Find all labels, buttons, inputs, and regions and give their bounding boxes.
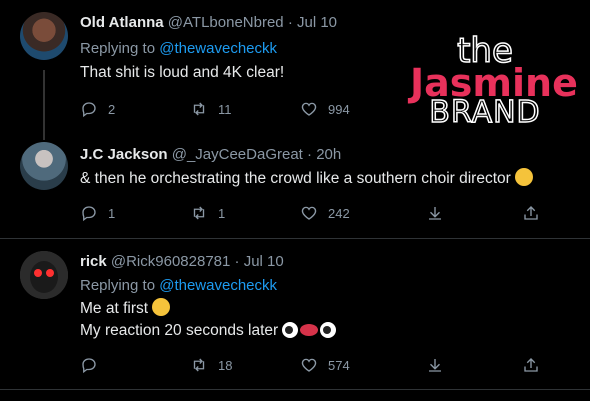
- user-handle[interactable]: @ATLboneNbred: [168, 14, 284, 31]
- replying-prefix: Replying to: [80, 277, 156, 294]
- tweet-actions: 1 1 242: [80, 204, 560, 224]
- share-icon: [524, 206, 538, 220]
- retweet-count: 11: [218, 101, 232, 117]
- avatar[interactable]: [20, 12, 68, 60]
- download-icon: [429, 359, 441, 372]
- reply-icon: [82, 206, 96, 222]
- like-button[interactable]: 574: [300, 356, 350, 374]
- mention-link[interactable]: @thewavecheckk: [159, 40, 277, 57]
- share-icon: [524, 358, 538, 372]
- worried-face-emoji-icon: [515, 168, 534, 186]
- like-icon: [301, 206, 317, 220]
- separator-dot: ·: [287, 14, 293, 31]
- download-button[interactable]: [426, 204, 444, 222]
- display-name[interactable]: rick: [80, 253, 107, 270]
- tweet-text-content: & then he orchestrating the crowd like a…: [80, 170, 511, 187]
- retweet-icon: [193, 358, 205, 372]
- avatar[interactable]: [20, 142, 68, 190]
- grinning-face-emoji-icon: [152, 298, 171, 316]
- reply-count: 1: [108, 205, 116, 221]
- reply-icon: [82, 358, 96, 374]
- like-count: 574: [328, 357, 350, 373]
- like-count: 242: [328, 205, 350, 221]
- tweet-header: rick @Rick960828781 · Jul 10: [80, 253, 284, 271]
- retweet-count: 18: [218, 357, 233, 373]
- display-name[interactable]: Old Atlanna: [80, 14, 164, 31]
- retweet-icon: [193, 206, 205, 220]
- replying-to: Replying to @thewavecheckk: [80, 40, 277, 57]
- tweet-date[interactable]: Jul 10: [297, 14, 337, 31]
- retweet-button[interactable]: 18: [190, 356, 232, 374]
- like-icon: [301, 358, 317, 372]
- tweet-text-line-2: My reaction 20 seconds later: [80, 320, 337, 342]
- download-icon: [429, 207, 441, 220]
- tweet-3[interactable]: rick @Rick960828781 · Jul 10 Replying to…: [0, 239, 590, 389]
- tweet-text-content: My reaction 20 seconds later: [80, 322, 279, 339]
- display-name[interactable]: J.C Jackson: [80, 146, 168, 163]
- tweet-text-content: Me at first: [80, 300, 149, 317]
- reply-icon: [82, 102, 96, 118]
- tweet-text: That shit is loud and 4K clear!: [80, 64, 285, 81]
- tweet-2[interactable]: J.C Jackson @_JayCeeDaGreat · 20h & then…: [0, 130, 590, 238]
- share-button[interactable]: [522, 356, 540, 374]
- like-icon: [301, 102, 317, 116]
- like-button[interactable]: 242: [300, 204, 350, 222]
- user-handle[interactable]: @_JayCeeDaGreat: [172, 146, 303, 163]
- tweet-header: J.C Jackson @_JayCeeDaGreat · 20h: [80, 146, 341, 164]
- reply-count: 2: [108, 101, 116, 117]
- tweet-divider: [0, 389, 590, 390]
- tweet-text-line-1: Me at first: [80, 298, 171, 320]
- replying-to: Replying to @thewavecheckk: [80, 277, 277, 294]
- retweet-button[interactable]: 11: [190, 100, 232, 118]
- eye-mouth-eye-emoji-icon: [282, 322, 337, 338]
- tweet-text: & then he orchestrating the crowd like a…: [80, 168, 534, 190]
- tweet-1[interactable]: Old Atlanna @ATLboneNbred · Jul 10 Reply…: [0, 0, 590, 130]
- tweet-actions: 18 574: [80, 356, 560, 376]
- mention-link[interactable]: @thewavecheckk: [159, 277, 277, 294]
- retweet-button[interactable]: 1: [190, 204, 225, 222]
- tweet-date[interactable]: Jul 10: [244, 253, 284, 270]
- share-button[interactable]: [522, 204, 540, 222]
- retweet-icon: [193, 102, 205, 116]
- squidward-avatar-icon: [20, 251, 68, 299]
- download-button[interactable]: [426, 356, 444, 374]
- separator-dot: ·: [234, 253, 240, 270]
- avatar[interactable]: [20, 251, 68, 299]
- reply-button[interactable]: 2: [80, 100, 115, 118]
- replying-prefix: Replying to: [80, 40, 156, 57]
- like-button[interactable]: 994: [300, 100, 350, 118]
- retweet-count: 1: [218, 205, 226, 221]
- reply-button[interactable]: [80, 356, 98, 374]
- tweet-actions: 2 11 994: [80, 100, 560, 120]
- separator-dot: ·: [307, 146, 313, 163]
- tweet-header: Old Atlanna @ATLboneNbred · Jul 10: [80, 14, 337, 32]
- reply-button[interactable]: 1: [80, 204, 115, 222]
- like-count: 994: [328, 101, 350, 117]
- user-handle[interactable]: @Rick960828781: [111, 253, 230, 270]
- tweet-date[interactable]: 20h: [316, 146, 341, 163]
